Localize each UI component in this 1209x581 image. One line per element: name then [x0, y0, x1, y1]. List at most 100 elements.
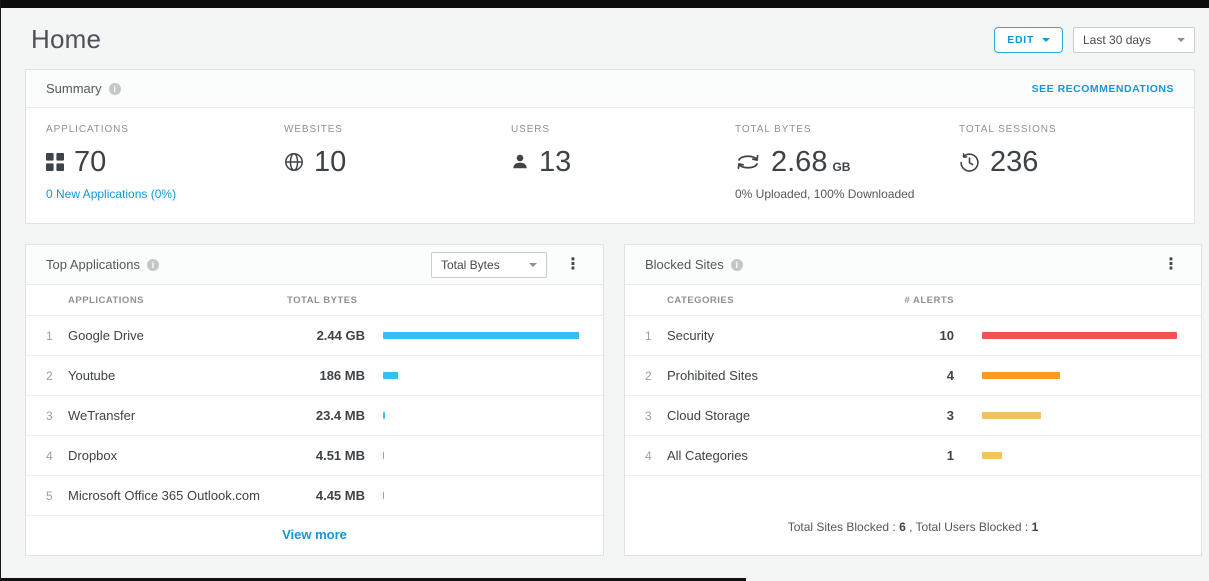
value-bar [982, 452, 1002, 459]
edit-button-label: EDIT [1007, 34, 1034, 46]
row-value: 186 MB [287, 368, 365, 383]
kebab-menu-icon[interactable]: ⋮ [1161, 257, 1181, 273]
table-row[interactable]: 1 Security 10 [625, 316, 1201, 356]
transfer-arrows-icon [735, 152, 761, 172]
metric-select-value: Total Bytes [441, 258, 500, 272]
category-name: Cloud Storage [667, 408, 887, 423]
total-sites-blocked-label: Total Sites Blocked : [788, 520, 899, 534]
row-value: 3 [887, 408, 954, 423]
table-row[interactable]: 4 All Categories 1 [625, 436, 1201, 476]
value-bar [982, 372, 1060, 379]
value-bar [982, 332, 1177, 339]
table-row[interactable]: 2 Youtube 186 MB [26, 356, 603, 396]
row-rank: 4 [46, 449, 68, 463]
info-icon[interactable]: i [731, 259, 743, 271]
category-name: All Categories [667, 448, 887, 463]
stat-websites: WEBSITES 10 [284, 124, 511, 201]
application-name: Microsoft Office 365 Outlook.com [68, 488, 287, 503]
blocked-sites-card: Blocked Sites i ⋮ CATEGORIES # ALERTS 1 … [624, 244, 1202, 556]
stat-value: 2.68 [771, 146, 827, 179]
info-icon[interactable]: i [147, 259, 159, 271]
chevron-down-icon [1042, 38, 1050, 42]
page-title: Home [31, 24, 101, 55]
table-row[interactable]: 3 WeTransfer 23.4 MB [26, 396, 603, 436]
row-rank: 5 [46, 489, 68, 503]
row-value: 1 [887, 448, 954, 463]
total-users-blocked-value: 1 [1032, 520, 1039, 534]
new-applications-link[interactable]: 0 New Applications (0%) [46, 187, 284, 201]
date-range-value: Last 30 days [1083, 33, 1151, 47]
table-row[interactable]: 3 Cloud Storage 3 [625, 396, 1201, 436]
upload-download-split: 0% Uploaded, 100% Downloaded [735, 187, 959, 201]
user-icon [511, 153, 529, 171]
apps-grid-icon [46, 153, 64, 171]
row-value: 4 [887, 368, 954, 383]
page-header: Home EDIT Last 30 days [1, 8, 1209, 69]
stat-total-sessions: TOTAL SESSIONS 236 [959, 124, 1174, 201]
alerts-column-header: # ALERTS [887, 295, 954, 306]
category-name: Security [667, 328, 887, 343]
application-name: WeTransfer [68, 408, 287, 423]
stat-value: 13 [539, 146, 571, 179]
row-value: 10 [887, 328, 954, 343]
stat-value: 70 [74, 146, 106, 179]
chevron-down-icon [1177, 38, 1185, 42]
top-applications-header: Top Applications i Total Bytes ⋮ [26, 245, 603, 285]
value-bar [383, 372, 398, 379]
row-rank: 4 [645, 449, 667, 463]
metric-select[interactable]: Total Bytes [431, 252, 547, 278]
table-row[interactable]: 2 Prohibited Sites 4 [625, 356, 1201, 396]
info-icon[interactable]: i [109, 83, 121, 95]
total-users-blocked-label: , Total Users Blocked : [906, 520, 1032, 534]
value-bar [982, 412, 1041, 419]
row-rank: 2 [645, 369, 667, 383]
header-controls: EDIT Last 30 days [994, 27, 1195, 53]
date-range-select[interactable]: Last 30 days [1073, 27, 1195, 53]
summary-card-header: Summary i SEE RECOMMENDATIONS [26, 70, 1194, 108]
summary-card: Summary i SEE RECOMMENDATIONS APPLICATIO… [25, 69, 1195, 224]
edit-button[interactable]: EDIT [994, 27, 1063, 53]
table-row[interactable]: 5 Microsoft Office 365 Outlook.com 4.45 … [26, 476, 603, 516]
blocked-sites-title: Blocked Sites [645, 257, 724, 272]
stat-label: USERS [511, 124, 735, 135]
category-name: Prohibited Sites [667, 368, 887, 383]
stat-value: 10 [314, 146, 346, 179]
total-sites-blocked-value: 6 [899, 520, 906, 534]
row-rank: 1 [46, 329, 68, 343]
view-more-link[interactable]: View more [282, 527, 347, 542]
summary-stats: APPLICATIONS 70 0 New Applications (0%) … [26, 108, 1194, 223]
globe-icon [284, 152, 304, 172]
table-row[interactable]: 1 Google Drive 2.44 GB [26, 316, 603, 356]
categories-column-header: CATEGORIES [667, 295, 887, 306]
top-applications-card: Top Applications i Total Bytes ⋮ APPLICA… [25, 244, 604, 556]
applications-column-header: APPLICATIONS [68, 295, 287, 306]
stat-label: TOTAL BYTES [735, 124, 959, 135]
bottom-cards-row: Top Applications i Total Bytes ⋮ APPLICA… [25, 244, 1195, 556]
application-name: Youtube [68, 368, 287, 383]
summary-title: Summary [46, 81, 102, 96]
blocked-sites-totals: Total Sites Blocked : 6 , Total Users Bl… [625, 476, 1201, 534]
row-value: 4.45 MB [287, 488, 365, 503]
row-value: 4.51 MB [287, 448, 365, 463]
table-header: CATEGORIES # ALERTS [625, 285, 1201, 316]
row-rank: 1 [645, 329, 667, 343]
application-name: Google Drive [68, 328, 287, 343]
stat-value: 236 [990, 146, 1038, 179]
row-rank: 3 [645, 409, 667, 423]
dashboard-page: Home EDIT Last 30 days Summary i SEE REC… [0, 0, 1209, 581]
stat-total-bytes: TOTAL BYTES 2.68 GB 0% Uploaded, 100% Do… [735, 124, 959, 201]
top-applications-title: Top Applications [46, 257, 140, 272]
stat-users: USERS 13 [511, 124, 735, 201]
row-value: 23.4 MB [287, 408, 365, 423]
see-recommendations-link[interactable]: SEE RECOMMENDATIONS [1032, 83, 1174, 95]
table-row[interactable]: 4 Dropbox 4.51 MB [26, 436, 603, 476]
value-bar [383, 332, 579, 339]
top-black-bar [1, 0, 1209, 8]
application-name: Dropbox [68, 448, 287, 463]
chevron-down-icon [529, 263, 537, 267]
kebab-menu-icon[interactable]: ⋮ [563, 257, 583, 273]
stat-label: WEBSITES [284, 124, 511, 135]
row-value: 2.44 GB [287, 328, 365, 343]
row-rank: 3 [46, 409, 68, 423]
history-clock-icon [959, 152, 980, 173]
